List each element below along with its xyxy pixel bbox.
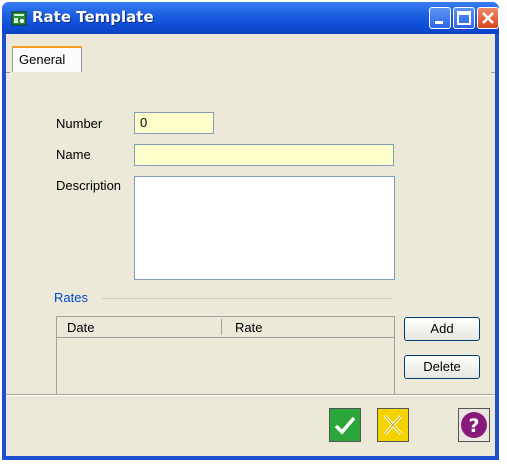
tab-general[interactable]: General [12, 46, 82, 72]
description-field[interactable] [134, 176, 395, 280]
number-field[interactable]: 0 [134, 112, 214, 134]
name-label: Name [56, 147, 91, 162]
close-icon [482, 12, 494, 24]
column-header-date[interactable]: Date [67, 320, 94, 335]
help-button[interactable]: ? [458, 408, 490, 442]
app-icon [11, 11, 27, 26]
title-bar[interactable]: Rate Template [2, 2, 499, 34]
svg-text:?: ? [468, 415, 479, 437]
checkmark-icon [334, 416, 356, 435]
rates-group-label: Rates [54, 290, 88, 305]
rates-group-divider [102, 298, 392, 299]
description-label: Description [56, 178, 122, 193]
number-label: Number [56, 116, 103, 131]
column-divider[interactable] [221, 319, 222, 335]
cancel-button[interactable] [377, 408, 409, 442]
add-button[interactable]: Add [404, 317, 480, 341]
close-button[interactable] [477, 7, 499, 29]
minimize-icon [435, 21, 443, 24]
column-header-rate[interactable]: Rate [235, 320, 262, 335]
delete-button[interactable]: Delete [404, 355, 480, 379]
x-icon [383, 415, 403, 435]
window-title: Rate Template [32, 8, 154, 26]
rates-grid-header: Date Rate [57, 317, 394, 338]
question-icon: ? [461, 412, 487, 438]
maximize-button[interactable] [453, 7, 475, 29]
client-area: General Number 0 Name Description Rates … [6, 34, 495, 456]
ok-button[interactable] [329, 408, 361, 442]
rates-grid[interactable]: Date Rate [56, 316, 395, 396]
footer-divider-highlight [6, 395, 495, 396]
name-field[interactable] [134, 144, 394, 166]
general-panel: Number 0 Name Description Rates Date Rat… [10, 72, 491, 396]
tab-strip: General [6, 46, 495, 73]
maximize-icon [457, 11, 471, 25]
minimize-button[interactable] [429, 7, 451, 29]
window: Rate Template General Number 0 Name Desc… [2, 2, 499, 460]
